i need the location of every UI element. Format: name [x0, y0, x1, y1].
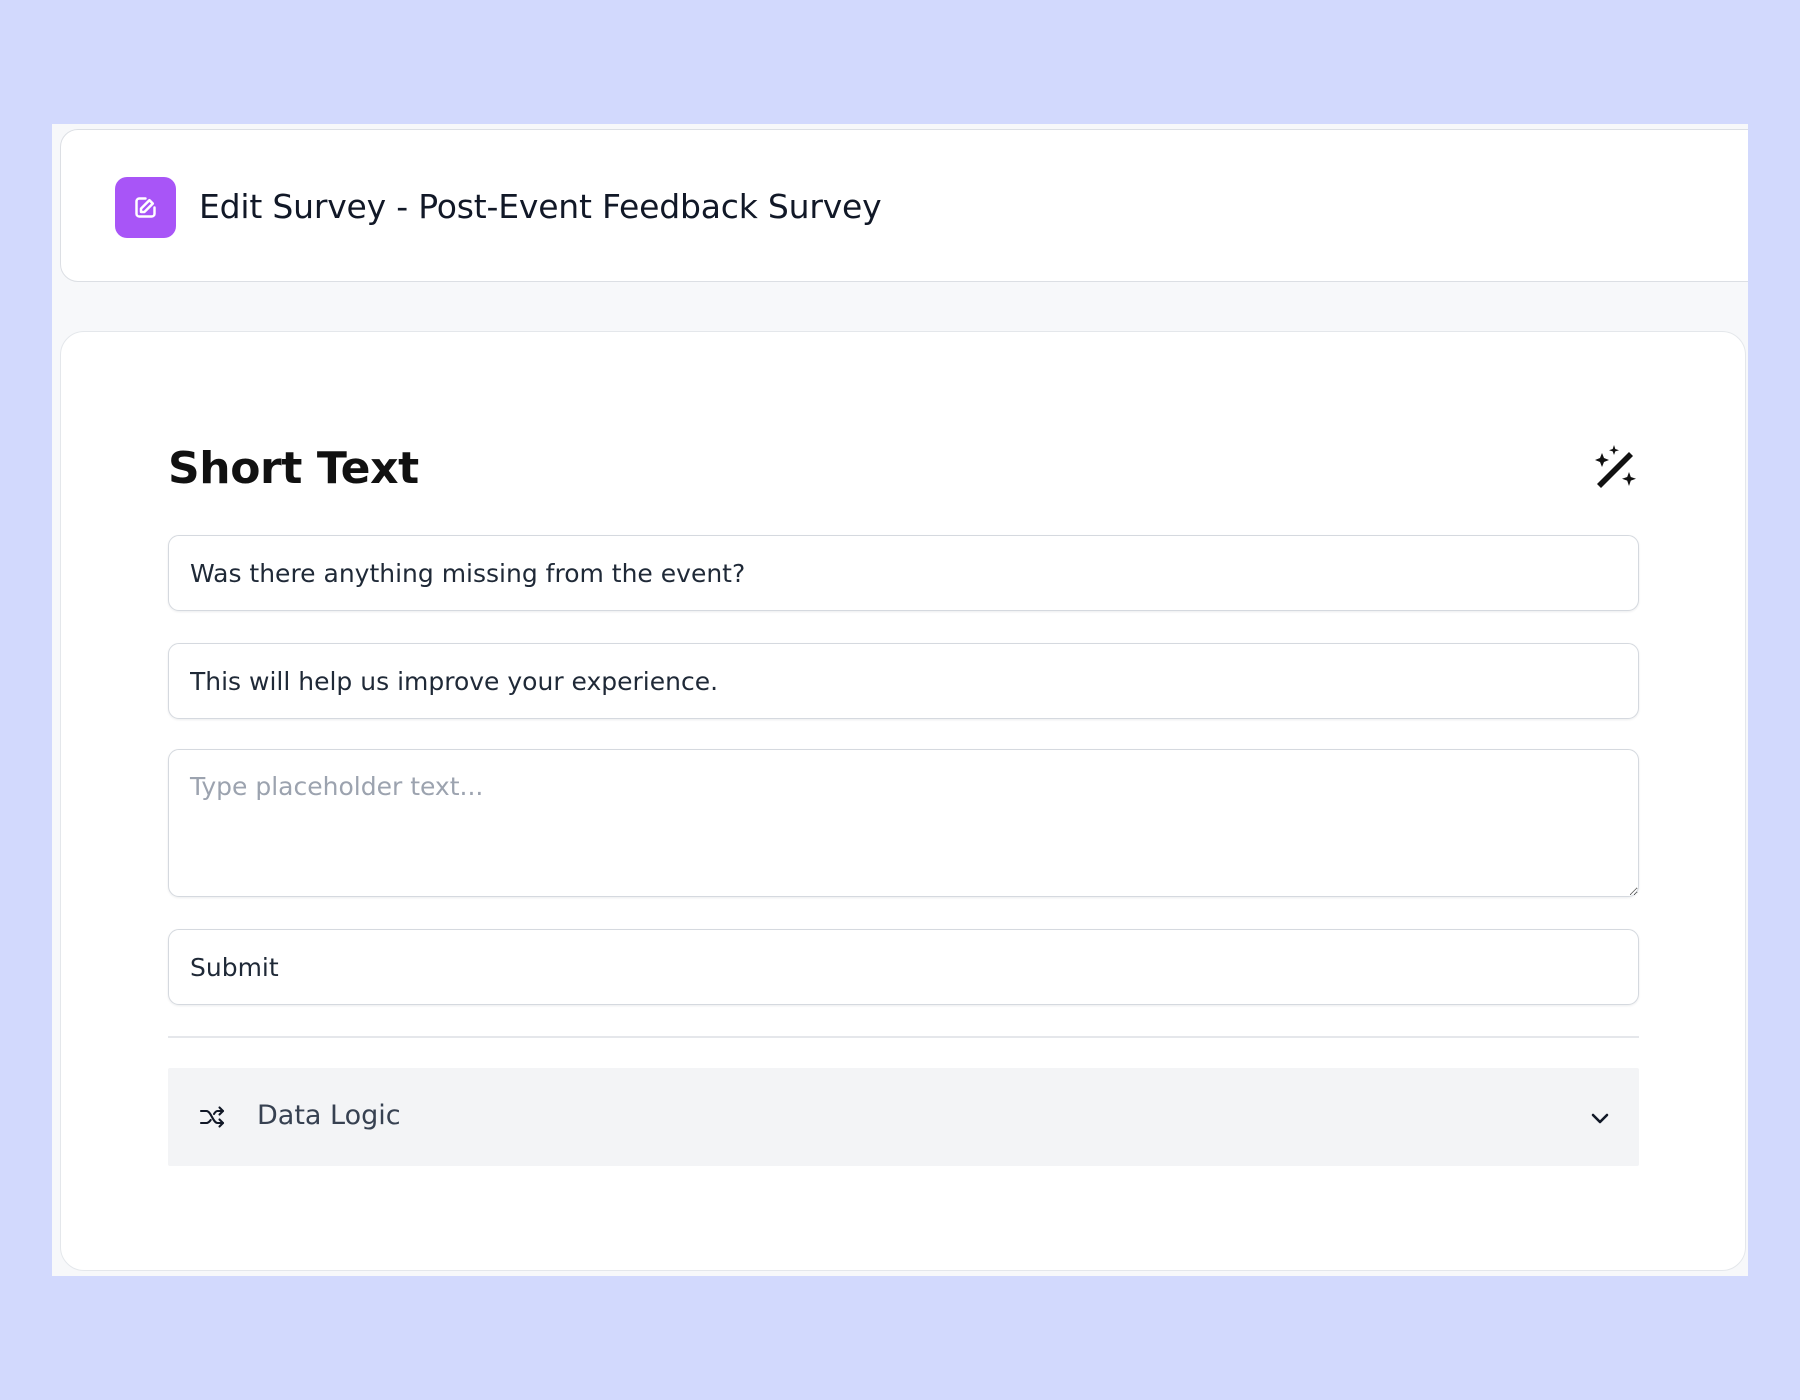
placeholder-textarea[interactable]: [168, 749, 1639, 897]
edit-icon: [115, 177, 176, 238]
short-text-editor: Short Text Was there anything missing fr…: [60, 331, 1746, 1271]
question-type-title: Short Text: [168, 443, 419, 494]
section-divider: [168, 1036, 1639, 1038]
magic-wand-icon: [1589, 442, 1641, 494]
data-logic-label: Data Logic: [257, 1100, 401, 1131]
shuffle-icon: [199, 1105, 225, 1129]
page-title: Edit Survey - Post-Event Feedback Survey: [199, 187, 882, 226]
chevron-down-icon: [1588, 1106, 1612, 1130]
description-input[interactable]: [168, 643, 1639, 719]
survey-header: Edit Survey - Post-Event Feedback Survey: [60, 129, 1748, 282]
magic-wand-button[interactable]: [1589, 442, 1641, 494]
submit-button-label-input[interactable]: [168, 929, 1639, 1005]
data-logic-accordion[interactable]: Data Logic: [168, 1068, 1639, 1166]
app-window: Edit Survey - Post-Event Feedback Survey…: [52, 124, 1748, 1276]
question-text-input[interactable]: [168, 535, 1639, 611]
